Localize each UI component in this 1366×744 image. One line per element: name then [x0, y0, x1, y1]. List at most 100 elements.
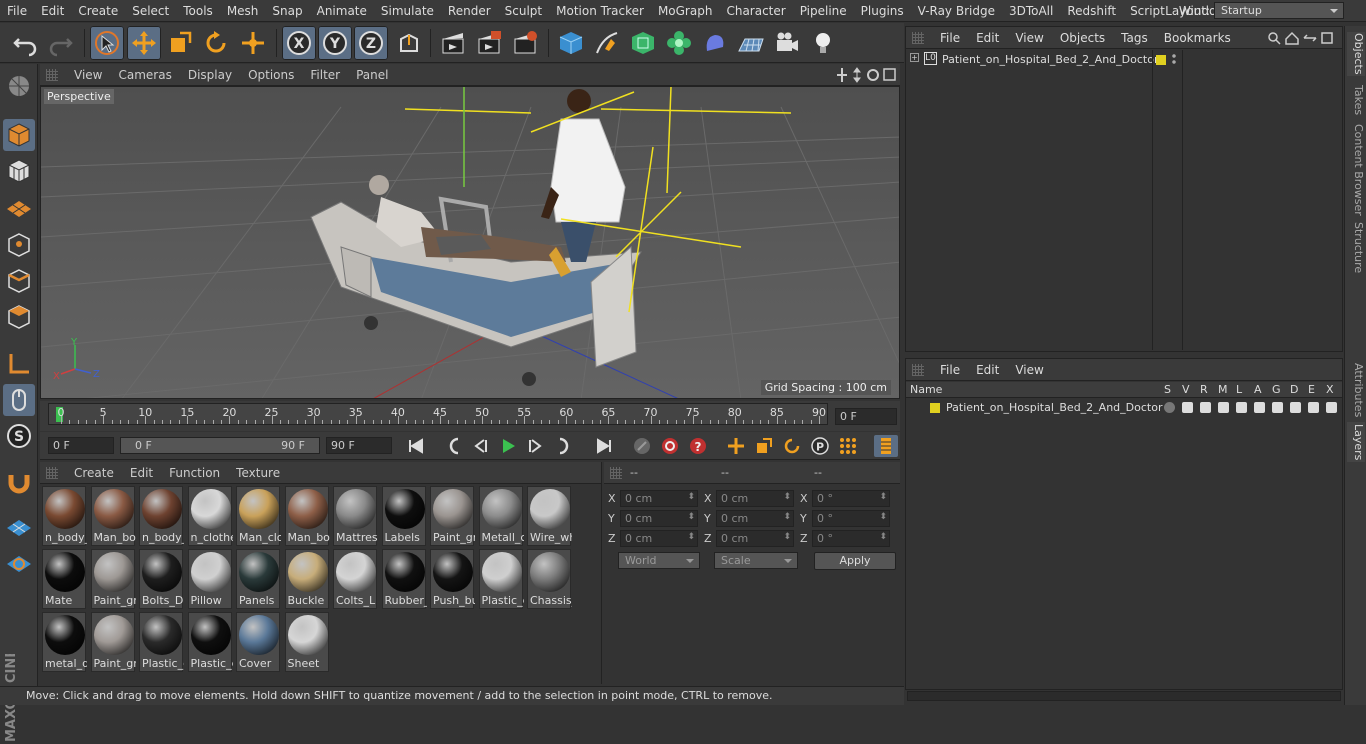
menu-item-tools[interactable]: Tools — [176, 4, 220, 18]
light-button[interactable] — [806, 26, 840, 60]
layer-column-x[interactable]: X — [1326, 383, 1334, 396]
transform-mode-dropdown[interactable]: Scale — [714, 552, 798, 569]
menu-item-v-ray-bridge[interactable]: V-Ray Bridge — [911, 4, 1002, 18]
menu-item-animate[interactable]: Animate — [310, 4, 374, 18]
arrows-icon[interactable] — [1303, 34, 1317, 42]
model-mode-button[interactable] — [3, 119, 35, 151]
planar-workplane-button[interactable] — [3, 546, 35, 578]
keyframe-selection-button[interactable]: ? — [686, 435, 710, 457]
menu-item-mesh[interactable]: Mesh — [220, 4, 266, 18]
floor-button[interactable] — [734, 26, 768, 60]
material-swatch[interactable]: Mate — [42, 549, 86, 609]
layer-column-l[interactable]: L — [1236, 383, 1242, 396]
material-swatch[interactable]: Chassis_ — [527, 549, 572, 609]
menu-item-mograph[interactable]: MoGraph — [651, 4, 720, 18]
menu-item-plugins[interactable]: Plugins — [854, 4, 911, 18]
y-axis-lock-button[interactable]: Y — [318, 26, 352, 60]
tab-structure[interactable]: Structure — [1347, 222, 1365, 273]
layer-column-g[interactable]: G — [1272, 383, 1281, 396]
menu-item-file[interactable]: File — [0, 4, 34, 18]
coord-value-field[interactable]: 0 ° — [812, 530, 890, 547]
material-swatch[interactable]: n_clothe — [187, 486, 233, 546]
material-swatch[interactable]: n_body_ — [42, 486, 87, 546]
object-menu-file[interactable]: File — [932, 31, 968, 45]
next-frame-button[interactable] — [524, 435, 548, 457]
move-tool-button[interactable] — [127, 26, 161, 60]
material-swatch[interactable]: Buckle — [284, 549, 329, 609]
coord-value-field[interactable]: 0 ° — [812, 510, 890, 527]
snapping-button[interactable]: S — [3, 420, 35, 452]
layer-row[interactable]: Patient_on_Hospital_Bed_2_And_Doctor — [906, 399, 1342, 417]
menu-item-select[interactable]: Select — [125, 4, 176, 18]
layer-menu-edit[interactable]: Edit — [968, 363, 1007, 377]
layer-column-m[interactable]: M — [1218, 383, 1228, 396]
timeline-ruler[interactable]: 0 5 10 15 20 25 30 35 40 45 50 55 60 65 70 75 80 85 90 — [48, 403, 828, 425]
object-menu-tags[interactable]: Tags — [1113, 31, 1156, 45]
deformer-button[interactable] — [698, 26, 732, 60]
object-row[interactable]: + L0 Patient_on_Hospital_Bed_2_And_Docto… — [906, 50, 1342, 350]
new-window-icon[interactable] — [1321, 32, 1333, 44]
material-swatch[interactable]: Paint_gr — [90, 549, 136, 609]
texture-mode-button[interactable] — [3, 155, 35, 187]
search-icon[interactable] — [1268, 32, 1281, 45]
deformer-icon[interactable] — [1290, 402, 1301, 413]
xref-icon[interactable] — [1326, 402, 1337, 413]
layer-column-e[interactable]: E — [1308, 383, 1315, 396]
layer-column-a[interactable]: A — [1254, 383, 1262, 396]
cloner-button[interactable] — [662, 26, 696, 60]
end-frame-field[interactable]: 90 F — [326, 437, 392, 454]
layer-menu-view[interactable]: View — [1007, 363, 1051, 377]
cube-object-button[interactable] — [554, 26, 588, 60]
menu-item-edit[interactable]: Edit — [34, 4, 71, 18]
object-menu-edit[interactable]: Edit — [968, 31, 1007, 45]
expression-icon[interactable] — [1308, 402, 1319, 413]
camera-button[interactable] — [770, 26, 804, 60]
material-swatch[interactable]: Sheet — [284, 612, 329, 672]
material-swatch[interactable]: Man_bo — [90, 486, 136, 546]
material-menu-edit[interactable]: Edit — [122, 466, 161, 480]
workplane-mode-button[interactable] — [3, 191, 35, 223]
axis-mode-button[interactable] — [3, 348, 35, 380]
key-rotation-button[interactable] — [780, 435, 804, 457]
tab-attributes[interactable]: Attributes — [1347, 362, 1365, 418]
key-pla-button[interactable] — [836, 435, 860, 457]
autokey-button[interactable] — [658, 435, 682, 457]
menu-item-character[interactable]: Character — [719, 4, 792, 18]
coord-value-field[interactable]: 0 ° — [812, 490, 890, 507]
viewport-menu-filter[interactable]: Filter — [302, 68, 348, 82]
frame-range-slider[interactable]: 0 F 90 F — [120, 437, 320, 454]
go-to-end-button[interactable] — [592, 435, 616, 457]
coord-value-field[interactable]: 0 cm — [620, 490, 698, 507]
key-position-button[interactable] — [724, 435, 748, 457]
menu-item-motion-tracker[interactable]: Motion Tracker — [549, 4, 651, 18]
material-swatch[interactable]: n_body_ — [139, 486, 184, 546]
viewport-menu-view[interactable]: View — [66, 68, 110, 82]
perspective-viewport[interactable]: Y X Z Perspective Grid Spacing : 100 cm — [40, 86, 900, 399]
current-frame-field[interactable]: 0 F — [835, 408, 897, 425]
next-keyframe-button[interactable] — [552, 435, 576, 457]
material-swatch[interactable]: Colts_L — [333, 549, 377, 609]
coord-value-field[interactable]: 0 cm — [716, 530, 794, 547]
timeline-window-button[interactable] — [874, 435, 898, 457]
expand-icon[interactable]: + — [910, 53, 919, 62]
menu-item-snap[interactable]: Snap — [265, 4, 309, 18]
material-swatch[interactable]: Wire_wh — [527, 486, 572, 546]
material-swatch[interactable]: Plastic_c — [139, 612, 184, 672]
manager-icon[interactable] — [1218, 402, 1229, 413]
material-swatch[interactable]: Bolts_D — [139, 549, 183, 609]
tab-content-browser[interactable]: Content Browser — [1347, 122, 1365, 218]
object-menu-bookmarks[interactable]: Bookmarks — [1156, 31, 1239, 45]
material-swatch[interactable]: Mattress — [333, 486, 378, 546]
viewport-menu-panel[interactable]: Panel — [348, 68, 396, 82]
material-swatch[interactable]: Plastic_c — [478, 549, 524, 609]
tab-layers[interactable]: Layers — [1347, 422, 1365, 462]
polygons-mode-button[interactable] — [3, 301, 35, 333]
menu-item-simulate[interactable]: Simulate — [374, 4, 441, 18]
eye-icon[interactable] — [1182, 402, 1193, 413]
material-swatch[interactable]: Labels — [381, 486, 426, 546]
maximize-icon[interactable] — [883, 68, 896, 81]
layer-column-d[interactable]: D — [1290, 383, 1298, 396]
key-parameter-button[interactable]: P — [808, 435, 832, 457]
layer-column-v[interactable]: V — [1182, 383, 1190, 396]
render-icon[interactable] — [1200, 402, 1211, 413]
